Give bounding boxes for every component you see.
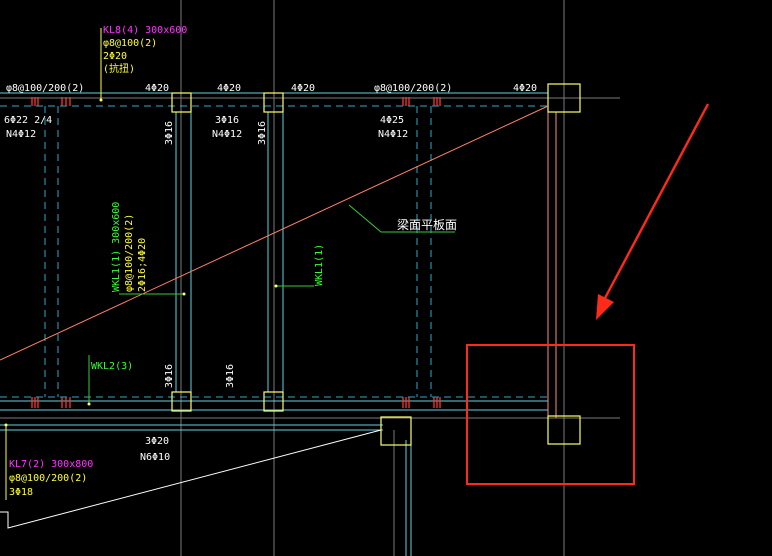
top-rebar-4: φ8@100/200(2) bbox=[374, 83, 452, 94]
top-rebar-5: 4Φ20 bbox=[513, 83, 537, 94]
left-bottom-1: N4Φ12 bbox=[6, 129, 36, 140]
kl8-stirrup: φ8@100(2) bbox=[103, 38, 157, 49]
structural-drawing: KL8(4) 300x600 φ8@100(2) 2Φ20 (抗扭) φ8@10… bbox=[0, 0, 710, 556]
wkl1-right-name: WKL1(1) bbox=[314, 244, 325, 286]
bottom-rebar-0: 3Φ20 bbox=[145, 436, 169, 447]
wkl1-left-stirrup: φ8@100/200(2) bbox=[124, 214, 135, 292]
kl7-stirrup: φ8@100/200(2) bbox=[9, 473, 87, 484]
slab-label: 梁面平板面 bbox=[397, 217, 457, 232]
vert-3c16-1: 3Φ16 bbox=[164, 121, 175, 145]
kl7-bottom: 3Φ18 bbox=[9, 487, 33, 498]
kl8-name: KL8(4) 300x600 bbox=[103, 25, 187, 36]
mid-bottom-0: 3Φ16 bbox=[215, 115, 239, 126]
right-bottom-0: 4Φ25 bbox=[380, 115, 404, 126]
highlight-box bbox=[466, 344, 635, 485]
left-bottom-0: 6Φ22 2/4 bbox=[4, 115, 52, 126]
kl8-extra: (抗扭) bbox=[103, 62, 135, 75]
leader-lines-yellow bbox=[5, 28, 102, 500]
top-rebar-0: φ8@100/200(2) bbox=[6, 83, 84, 94]
top-rebar-2: 4Φ20 bbox=[217, 83, 241, 94]
arrow-icon bbox=[596, 103, 710, 320]
wkl1-left-name: WKL1(1) 300x600 bbox=[111, 202, 122, 292]
vert-3c16-4: 3Φ16 bbox=[225, 364, 236, 388]
leader-lines bbox=[88, 204, 455, 404]
wkl2-name: WKL2(3) bbox=[91, 361, 133, 372]
mid-bottom-1: N4Φ12 bbox=[212, 129, 242, 140]
right-bottom-1: N4Φ12 bbox=[378, 129, 408, 140]
kl8-top: 2Φ20 bbox=[103, 51, 127, 62]
wkl1-left-rebar: 2Φ16;4Φ20 bbox=[137, 238, 148, 292]
top-rebar-3: 4Φ20 bbox=[291, 83, 315, 94]
kl7-name: KL7(2) 300x800 bbox=[9, 459, 93, 470]
vert-3c16-3: 3Φ16 bbox=[164, 364, 175, 388]
top-rebar-1: 4Φ20 bbox=[145, 83, 169, 94]
bottom-rebar-1: N6Φ10 bbox=[140, 452, 170, 463]
vert-3c16-2: 3Φ16 bbox=[257, 121, 268, 145]
right-beam bbox=[547, 112, 557, 418]
